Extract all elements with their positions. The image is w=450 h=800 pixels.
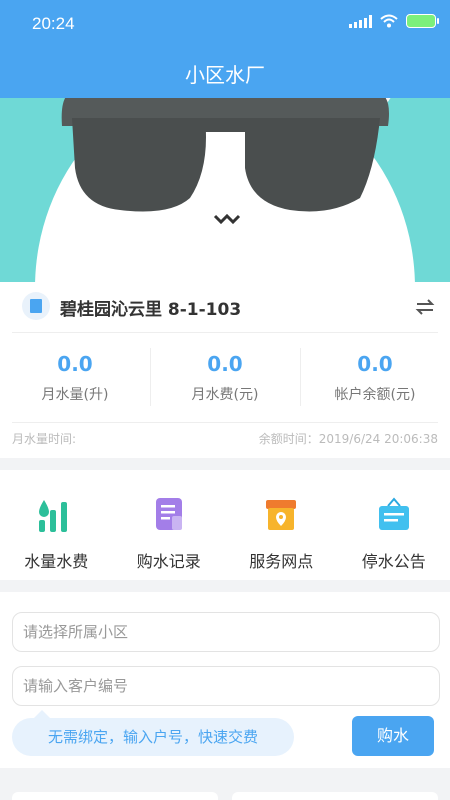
battery-icon [406, 14, 439, 28]
banner-image[interactable] [0, 98, 450, 282]
stat-value: 0.0 [357, 352, 393, 376]
stat-label: 月水费(元) [191, 387, 259, 403]
stat-value: 0.0 [207, 352, 243, 376]
address-row[interactable]: 碧桂园沁云里 8-1-103 [0, 282, 450, 332]
menu-purchase-record[interactable]: 购水记录 [113, 470, 226, 580]
status-time: 20:24 [32, 14, 75, 33]
purchase-record-icon [155, 498, 182, 530]
menu-label: 服务网点 [249, 552, 314, 571]
function-menu: 水量水费 购水记录 服务网点 停水公告 [0, 470, 450, 580]
divider [12, 332, 438, 333]
menu-label: 水量水费 [24, 552, 89, 571]
status-bar: 20:24 [0, 0, 450, 48]
sunglasses-cat-illustration [0, 98, 450, 282]
title-bar: 小区水厂 [0, 48, 450, 98]
bottom-card-right[interactable] [232, 792, 438, 800]
stat-value: 0.0 [57, 352, 93, 376]
buy-water-button[interactable]: 购水 [352, 716, 434, 756]
monthly-volume-time: 月水量时间: [12, 432, 77, 446]
wifi-icon [380, 14, 398, 28]
building-icon [22, 292, 50, 320]
account-card: 碧桂园沁云里 8-1-103 0.0 月水量(升) 0.0 月水费(元) 0.0… [0, 282, 450, 458]
service-point-icon [266, 500, 297, 530]
stat-monthly-fee: 0.0 月水费(元) [150, 342, 300, 412]
status-icons [349, 14, 439, 28]
divider [12, 422, 438, 423]
community-select[interactable]: 请选择所属小区 [12, 612, 440, 652]
menu-water-usage[interactable]: 水量水费 [0, 470, 113, 580]
balance-time: 余额时间：2019/6/24 20:06:38 [258, 432, 438, 446]
water-outage-notice-icon [378, 497, 409, 530]
menu-water-outage-notice[interactable]: 停水公告 [338, 470, 450, 580]
stat-label: 帐户余额(元) [334, 387, 416, 403]
stat-monthly-volume: 0.0 月水量(升) [0, 342, 150, 412]
stat-label: 月水量(升) [41, 387, 109, 403]
water-usage-icon [39, 500, 68, 532]
quick-pay-tip: 无需绑定，输入户号，快速交费 [12, 710, 294, 756]
menu-service-point[interactable]: 服务网点 [225, 470, 338, 580]
switch-account-icon[interactable] [414, 296, 436, 318]
menu-label: 停水公告 [361, 552, 426, 571]
bottom-card-left[interactable] [12, 792, 218, 800]
stat-balance: 0.0 帐户余额(元) [300, 342, 450, 412]
quick-pay-form: 请选择所属小区 请输入客户编号 无需绑定，输入户号，快速交费 购水 [0, 592, 450, 768]
account-stats: 0.0 月水量(升) 0.0 月水费(元) 0.0 帐户余额(元) [0, 342, 450, 412]
menu-label: 购水记录 [136, 552, 201, 571]
signal-icon [349, 14, 372, 28]
account-address: 碧桂园沁云里 8-1-103 [60, 300, 242, 320]
page-title: 小区水厂 [185, 63, 265, 87]
timestamps-row: 月水量时间: 余额时间：2019/6/24 20:06:38 [0, 430, 450, 450]
customer-number-input[interactable]: 请输入客户编号 [12, 666, 440, 706]
